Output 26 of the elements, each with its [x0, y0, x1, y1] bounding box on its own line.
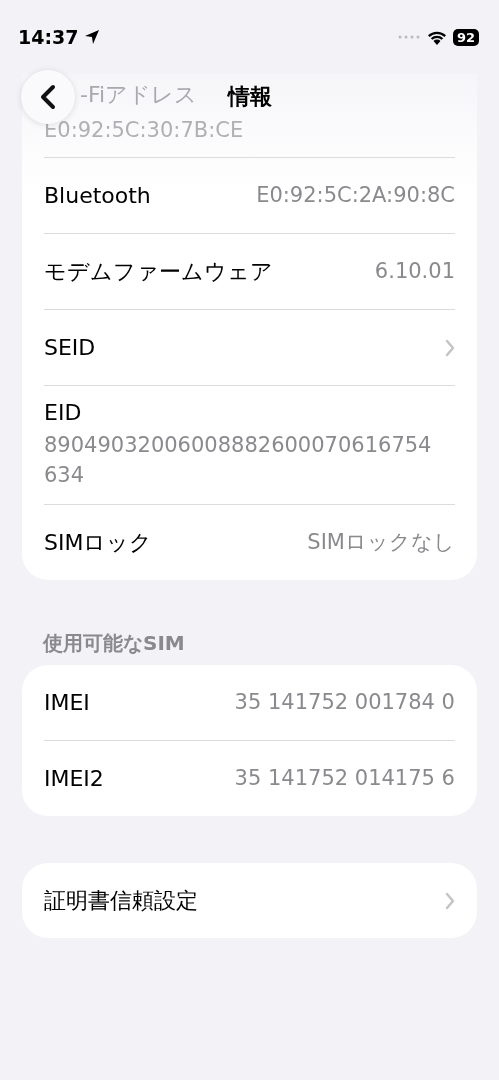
row-value: 35 141752 001784 0: [234, 688, 455, 716]
chevron-icon: [445, 338, 455, 357]
row-value: 6.10.01: [374, 258, 455, 286]
status-time: 14:37: [18, 26, 79, 48]
row-label: SIMロック: [44, 528, 153, 557]
row-value: 89049032006008882600070616754634: [44, 432, 433, 489]
settings-link-row[interactable]: SEID: [44, 310, 455, 386]
row-label: -Fiアドレス: [80, 81, 198, 109]
row-value: E0:92:5C:2A:90:8C: [256, 182, 455, 210]
row-label: モデムファームウェア: [44, 257, 273, 286]
battery-indicator: 92: [452, 28, 479, 46]
wifi-icon: [426, 29, 447, 45]
page-title: 情報: [226, 83, 273, 111]
row-label: EID: [44, 400, 82, 426]
row-value: 35 141752 014175 6: [234, 764, 455, 792]
row-label: IMEI: [44, 690, 90, 716]
location-arrow-icon: [84, 29, 101, 45]
settings-link-row[interactable]: 証明書信頼設定: [44, 863, 455, 939]
signal-dots-icon: [396, 35, 421, 39]
row-value: E0:92:5C:30:7B:CE: [44, 117, 244, 144]
row-value: SIMロックなし: [307, 528, 455, 556]
row-label: IMEI2: [44, 766, 104, 792]
back-chevron-icon: [38, 84, 58, 110]
chevron-icon: [445, 891, 455, 910]
section-header: 使用可能なSIM: [43, 630, 186, 658]
row-label: Bluetooth: [44, 183, 151, 209]
